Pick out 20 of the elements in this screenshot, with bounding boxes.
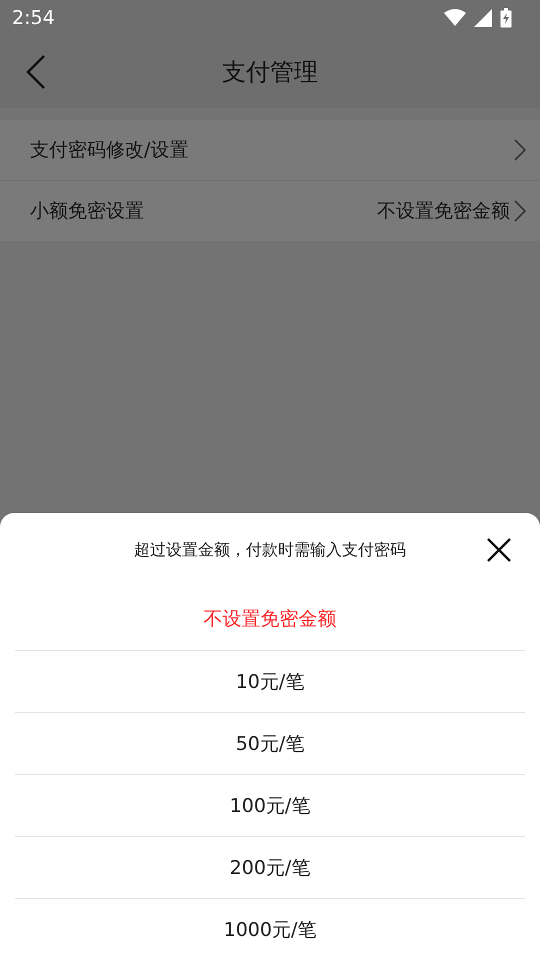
row-label: 支付密码修改/设置: [30, 138, 190, 163]
amount-option[interactable]: 50元/笔: [15, 712, 525, 774]
amount-option[interactable]: 200元/笔: [15, 836, 525, 898]
row-value: 不设置免密金额: [377, 199, 510, 224]
status-time: 2:54: [12, 7, 55, 29]
row-label: 小额免密设置: [30, 199, 145, 224]
battery-icon: [500, 8, 512, 28]
amount-option[interactable]: 1000元/笔: [15, 898, 525, 960]
chevron-icon: [514, 200, 526, 222]
amount-option[interactable]: 100元/笔: [15, 774, 525, 836]
amount-option[interactable]: 不设置免密金额: [15, 588, 525, 650]
wifi-icon: [444, 9, 466, 27]
close-button[interactable]: [486, 537, 512, 563]
signal-icon: [474, 9, 492, 27]
settings-row[interactable]: 小额免密设置 不设置免密金额: [0, 180, 540, 241]
sheet-title: 超过设置金额，付款时需输入支付密码: [134, 540, 406, 561]
amount-option[interactable]: 10元/笔: [15, 650, 525, 712]
page-title: 支付管理: [222, 57, 318, 88]
settings-row[interactable]: 支付密码修改/设置: [0, 120, 540, 180]
chevron-icon: [514, 139, 526, 161]
